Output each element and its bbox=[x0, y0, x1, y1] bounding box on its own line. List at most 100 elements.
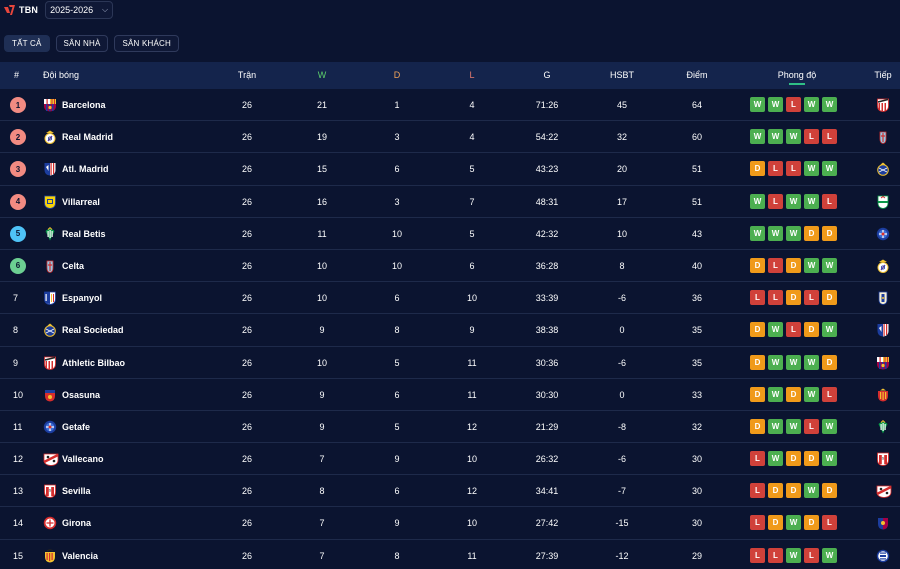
team-name[interactable]: Celta bbox=[62, 250, 84, 282]
real-madrid-crest-icon[interactable] bbox=[876, 259, 889, 273]
form-result-badge[interactable]: D bbox=[750, 257, 765, 273]
form-result-badge[interactable]: L bbox=[768, 290, 783, 306]
filter-all[interactable]: TẤT CẢ bbox=[4, 35, 50, 52]
form-result-badge[interactable]: W bbox=[786, 515, 801, 531]
form-result-badge[interactable]: L bbox=[804, 547, 819, 563]
form-result-badge[interactable]: D bbox=[750, 354, 765, 370]
form-result-badge[interactable]: W bbox=[822, 257, 837, 273]
filter-home[interactable]: SÂN NHÀ bbox=[55, 35, 109, 52]
table-row[interactable]: 8 Real Sociedad 26 9 8 9 38:38 0 35 D W L D W bbox=[0, 314, 900, 347]
table-row[interactable]: 9 Athletic Bilbao 26 10 5 11 30:36 -6 35 D W W W D bbox=[0, 347, 900, 379]
form-result-badge[interactable]: L bbox=[750, 451, 765, 467]
form-result-badge[interactable]: W bbox=[822, 322, 837, 338]
form-result-badge[interactable]: L bbox=[786, 97, 801, 112]
form-result-badge[interactable]: W bbox=[822, 451, 837, 467]
table-row[interactable]: 12 Vallecano 26 7 9 10 26:32 -6 30 L W D D W S bbox=[0, 443, 900, 476]
form-result-badge[interactable]: W bbox=[786, 354, 801, 370]
form-result-badge[interactable]: D bbox=[768, 515, 783, 531]
table-row[interactable]: 6 Celta 26 10 10 6 36:28 8 40 D L D W W bbox=[0, 250, 900, 283]
team-name[interactable]: Real Betis bbox=[62, 218, 106, 250]
brand[interactable]: TBN bbox=[4, 5, 38, 15]
form-result-badge[interactable]: L bbox=[804, 129, 819, 145]
form-result-badge[interactable]: D bbox=[768, 483, 783, 499]
real-sociedad-crest-icon[interactable] bbox=[876, 162, 889, 177]
form-result-badge[interactable]: W bbox=[822, 97, 837, 112]
form-result-badge[interactable]: W bbox=[768, 97, 783, 112]
levante-crest-icon[interactable] bbox=[876, 516, 889, 530]
mallorca-crest-icon[interactable] bbox=[876, 388, 889, 402]
form-result-badge[interactable]: D bbox=[786, 290, 801, 306]
form-result-badge[interactable]: D bbox=[750, 322, 765, 338]
table-row[interactable]: 1 Barcelona 26 21 1 4 71:26 45 64 W W L W W bbox=[0, 89, 900, 122]
form-result-badge[interactable]: W bbox=[750, 193, 765, 209]
real-betis-crest-icon[interactable] bbox=[876, 419, 889, 434]
form-result-badge[interactable]: W bbox=[786, 129, 801, 145]
oviedo-crest-icon[interactable] bbox=[876, 291, 889, 306]
form-result-badge[interactable]: W bbox=[804, 161, 819, 177]
form-result-badge[interactable]: L bbox=[822, 386, 837, 402]
form-result-badge[interactable]: L bbox=[768, 193, 783, 209]
form-result-badge[interactable]: L bbox=[768, 161, 783, 177]
form-result-badge[interactable]: W bbox=[804, 483, 819, 499]
form-result-badge[interactable]: W bbox=[804, 97, 819, 112]
form-result-badge[interactable]: L bbox=[750, 547, 765, 563]
form-result-badge[interactable]: W bbox=[750, 129, 765, 145]
form-result-badge[interactable]: L bbox=[786, 322, 801, 338]
table-row[interactable]: 5 Real Betis 26 11 10 5 42:32 10 43 W W W D D bbox=[0, 218, 900, 250]
team-name[interactable]: Getafe bbox=[62, 411, 90, 443]
form-result-badge[interactable]: W bbox=[768, 451, 783, 467]
form-result-badge[interactable]: D bbox=[822, 290, 837, 306]
form-result-badge[interactable]: L bbox=[750, 483, 765, 499]
vallecano-crest-icon[interactable] bbox=[876, 484, 892, 499]
barcelona-crest-icon[interactable] bbox=[876, 356, 889, 370]
filter-away[interactable]: SÂN KHÁCH bbox=[114, 35, 179, 52]
team-name[interactable]: Barcelona bbox=[62, 89, 106, 121]
form-result-badge[interactable]: L bbox=[750, 290, 765, 306]
form-result-badge[interactable]: L bbox=[750, 515, 765, 531]
form-result-badge[interactable]: W bbox=[768, 225, 783, 241]
table-row[interactable]: 10 Osasuna 26 9 6 11 30:30 0 33 D W D W L bbox=[0, 379, 900, 411]
table-row[interactable]: 13 S Sevilla 26 8 6 12 34:41 -7 30 L D D W D bbox=[0, 475, 900, 508]
form-result-badge[interactable]: W bbox=[768, 322, 783, 338]
table-row[interactable]: 14 Girona 26 7 9 10 27:42 -15 30 L D W D L bbox=[0, 507, 900, 540]
form-result-badge[interactable]: W bbox=[804, 257, 819, 273]
form-result-badge[interactable]: D bbox=[750, 418, 765, 434]
form-result-badge[interactable]: L bbox=[804, 290, 819, 306]
table-row[interactable]: 7 Espanyol 26 10 6 10 33:39 -6 36 L L D L D bbox=[0, 282, 900, 315]
form-result-badge[interactable]: L bbox=[804, 418, 819, 434]
team-name[interactable]: Real Sociedad bbox=[62, 314, 124, 346]
form-result-badge[interactable]: L bbox=[822, 129, 837, 145]
alaves-crest-icon[interactable] bbox=[876, 549, 890, 563]
team-name[interactable]: Valencia bbox=[62, 540, 98, 569]
season-select[interactable]: 2025-2026 ⌵ bbox=[45, 1, 114, 19]
form-result-badge[interactable]: D bbox=[804, 322, 819, 338]
form-result-badge[interactable]: W bbox=[804, 386, 819, 402]
form-result-badge[interactable]: D bbox=[786, 386, 801, 402]
form-result-badge[interactable]: D bbox=[822, 225, 837, 241]
team-name[interactable]: Vallecano bbox=[62, 443, 104, 475]
team-name[interactable]: Atl. Madrid bbox=[62, 153, 109, 185]
team-name[interactable]: Villarreal bbox=[62, 186, 100, 218]
form-result-badge[interactable]: W bbox=[786, 547, 801, 563]
table-row[interactable]: 2 Real Madrid 26 19 3 4 54:22 32 60 W W W L L bbox=[0, 121, 900, 154]
form-result-badge[interactable]: W bbox=[822, 418, 837, 434]
form-result-badge[interactable]: D bbox=[786, 483, 801, 499]
team-name[interactable]: Athletic Bilbao bbox=[62, 347, 125, 379]
form-result-badge[interactable]: L bbox=[768, 547, 783, 563]
team-name[interactable]: Real Madrid bbox=[62, 121, 113, 153]
team-name[interactable]: Espanyol bbox=[62, 282, 102, 314]
form-result-badge[interactable]: W bbox=[822, 161, 837, 177]
form-result-badge[interactable]: D bbox=[750, 386, 765, 402]
form-result-badge[interactable]: W bbox=[804, 354, 819, 370]
form-result-badge[interactable]: W bbox=[786, 225, 801, 241]
table-row[interactable]: 15 Valencia 26 7 8 11 27:39 -12 29 L L W L W bbox=[0, 540, 900, 569]
form-result-badge[interactable]: D bbox=[822, 354, 837, 370]
table-row[interactable]: 3 Atl. Madrid 26 15 6 5 43:23 20 51 D L L W W bbox=[0, 153, 900, 186]
table-row[interactable]: 4 Villarreal 26 16 3 7 48:31 17 51 W L W W L bbox=[0, 186, 900, 218]
athletic-bilbao-crest-icon[interactable] bbox=[876, 98, 889, 112]
form-result-badge[interactable]: L bbox=[786, 161, 801, 177]
form-result-badge[interactable]: L bbox=[822, 515, 837, 531]
elche-crest-icon[interactable] bbox=[876, 195, 889, 209]
celta-crest-icon[interactable] bbox=[876, 130, 889, 145]
form-result-badge[interactable]: D bbox=[804, 451, 819, 467]
